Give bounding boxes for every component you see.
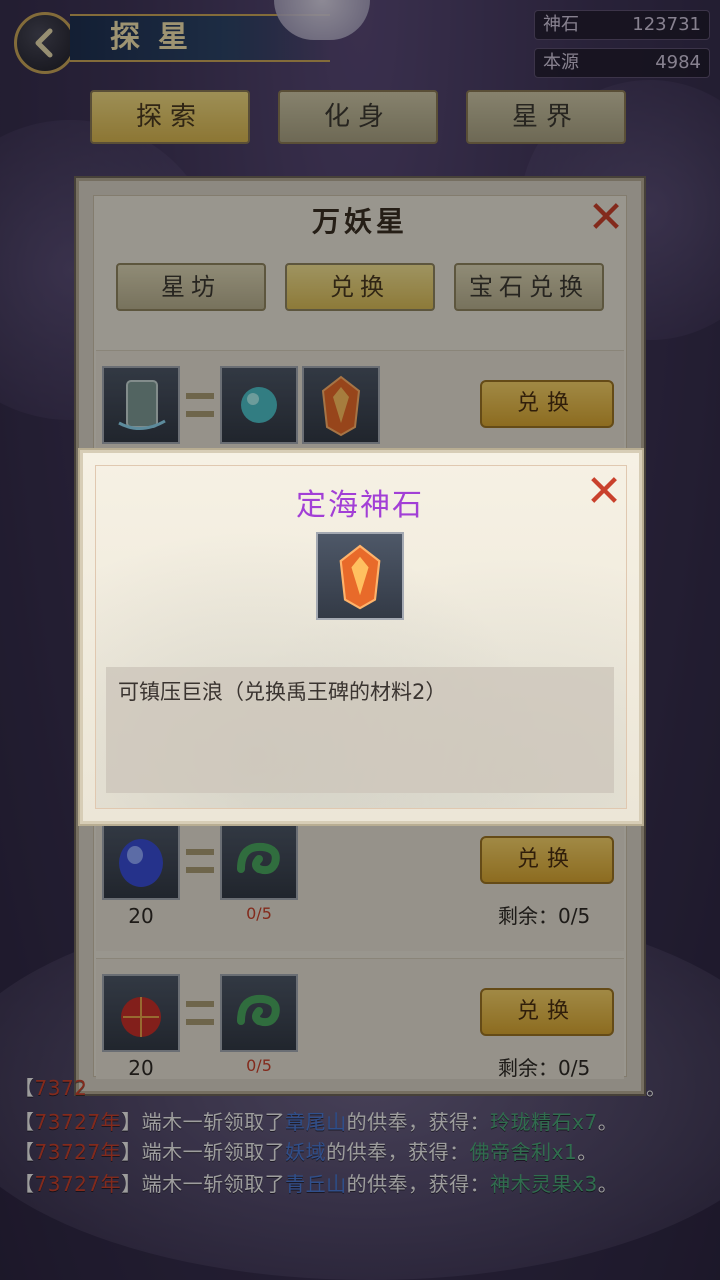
item-preview — [316, 532, 404, 620]
item-description: 可镇压巨浪（兑换禹王碑的材料2） — [118, 680, 447, 704]
popup-close-icon[interactable]: ✕ — [582, 470, 626, 514]
red-crystal-icon — [339, 544, 381, 610]
